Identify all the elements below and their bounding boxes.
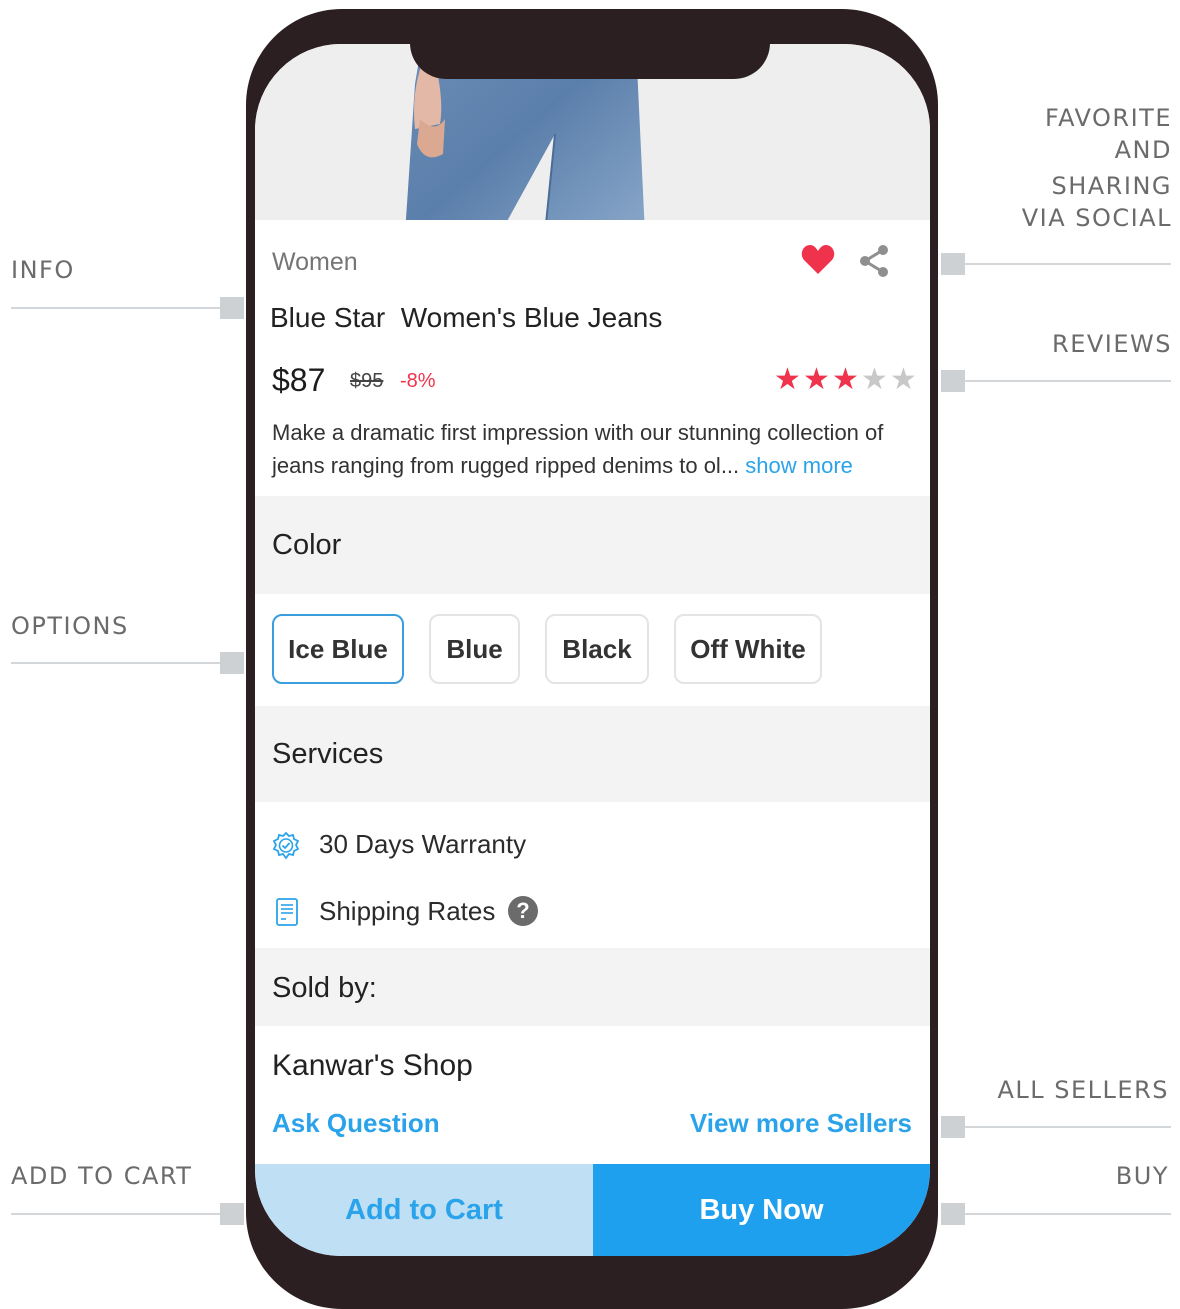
callout-all-sellers: ALL SELLERS — [997, 1076, 1169, 1104]
question-icon[interactable]: ? — [508, 896, 538, 926]
callout-favorite-line-2: AND — [1114, 136, 1172, 164]
show-more-link[interactable]: show more — [745, 453, 853, 478]
color-chip-black[interactable]: Black — [545, 614, 649, 684]
rating-star-icon[interactable]: ★ — [889, 362, 918, 398]
services-section-header: Services — [255, 706, 930, 802]
callout-favorite-line-3: SHARING — [1051, 172, 1172, 200]
warranty-badge-icon — [272, 832, 300, 860]
callout-favorite-line-1: FAVORITE — [1045, 104, 1172, 132]
callout-add-to-cart: ADD TO CART — [11, 1162, 193, 1190]
product-old-price: $95 — [350, 370, 384, 392]
favorite-heart-icon[interactable] — [800, 242, 836, 278]
callout-favorite-node — [941, 253, 965, 275]
callout-reviews-node — [941, 370, 965, 392]
callout-buy: BUY — [1115, 1162, 1169, 1190]
rating-star-icon[interactable]: ★ — [831, 362, 860, 398]
product-description: Make a dramatic first impression with ou… — [272, 416, 912, 482]
color-chip-blue[interactable]: Blue — [429, 614, 520, 684]
product-screen: Women Blue Star Women's Blue Jeans $87 $… — [255, 44, 930, 1256]
callout-buy-node — [941, 1203, 965, 1225]
rating-star-icon[interactable]: ★ — [773, 362, 802, 398]
callout-buy-line — [964, 1213, 1171, 1215]
seller-section-header: Sold by: — [255, 948, 930, 1026]
callout-reviews: REVIEWS — [1052, 330, 1172, 358]
color-chip-ice-blue[interactable]: Ice Blue — [272, 614, 404, 684]
color-section-header: Color — [255, 496, 930, 594]
shop-name[interactable]: Kanwar's Shop — [272, 1049, 473, 1083]
callout-reviews-line — [964, 380, 1171, 382]
services-label: Services — [272, 738, 384, 770]
callout-add-to-cart-line — [11, 1213, 221, 1215]
callout-options-line — [11, 662, 221, 664]
color-label: Color — [272, 529, 342, 561]
view-more-sellers-link[interactable]: View more Sellers — [690, 1108, 912, 1139]
ask-question-link[interactable]: Ask Question — [272, 1108, 440, 1139]
callout-options-node — [220, 652, 244, 674]
color-chip-off-white[interactable]: Off White — [674, 614, 822, 684]
callout-favorite-line — [964, 263, 1171, 265]
product-price: $87 — [272, 362, 326, 398]
shipping-rates-text: Shipping Rates — [319, 896, 496, 926]
add-to-cart-button[interactable]: Add to Cart — [255, 1164, 593, 1256]
rating-star-icon[interactable]: ★ — [860, 362, 889, 398]
product-title: Blue Star Women's Blue Jeans — [270, 302, 663, 333]
callout-info: INFO — [11, 256, 75, 284]
callout-add-to-cart-node — [220, 1203, 244, 1225]
callout-info-node — [220, 297, 244, 319]
callout-info-line — [11, 307, 221, 309]
buy-now-button[interactable]: Buy Now — [593, 1164, 930, 1256]
warranty-text: 30 Days Warranty — [319, 829, 527, 859]
product-discount: -8% — [400, 370, 436, 392]
receipt-icon — [276, 898, 298, 926]
callout-all-sellers-node — [941, 1116, 965, 1138]
sold-by-label: Sold by: — [272, 972, 377, 1004]
callout-options: OPTIONS — [11, 612, 129, 640]
rating-star-icon[interactable]: ★ — [802, 362, 831, 398]
product-category: Women — [272, 248, 358, 276]
callout-favorite-line-4: VIA SOCIAL — [1021, 204, 1172, 232]
share-icon[interactable] — [858, 244, 890, 278]
callout-all-sellers-line — [964, 1126, 1171, 1128]
rating-stars[interactable]: ★★★★★ — [773, 362, 918, 398]
callout-favorite-sharing: FAVORITE AND SHARING VIA SOCIAL — [1022, 102, 1172, 234]
phone-notch — [410, 9, 770, 79]
